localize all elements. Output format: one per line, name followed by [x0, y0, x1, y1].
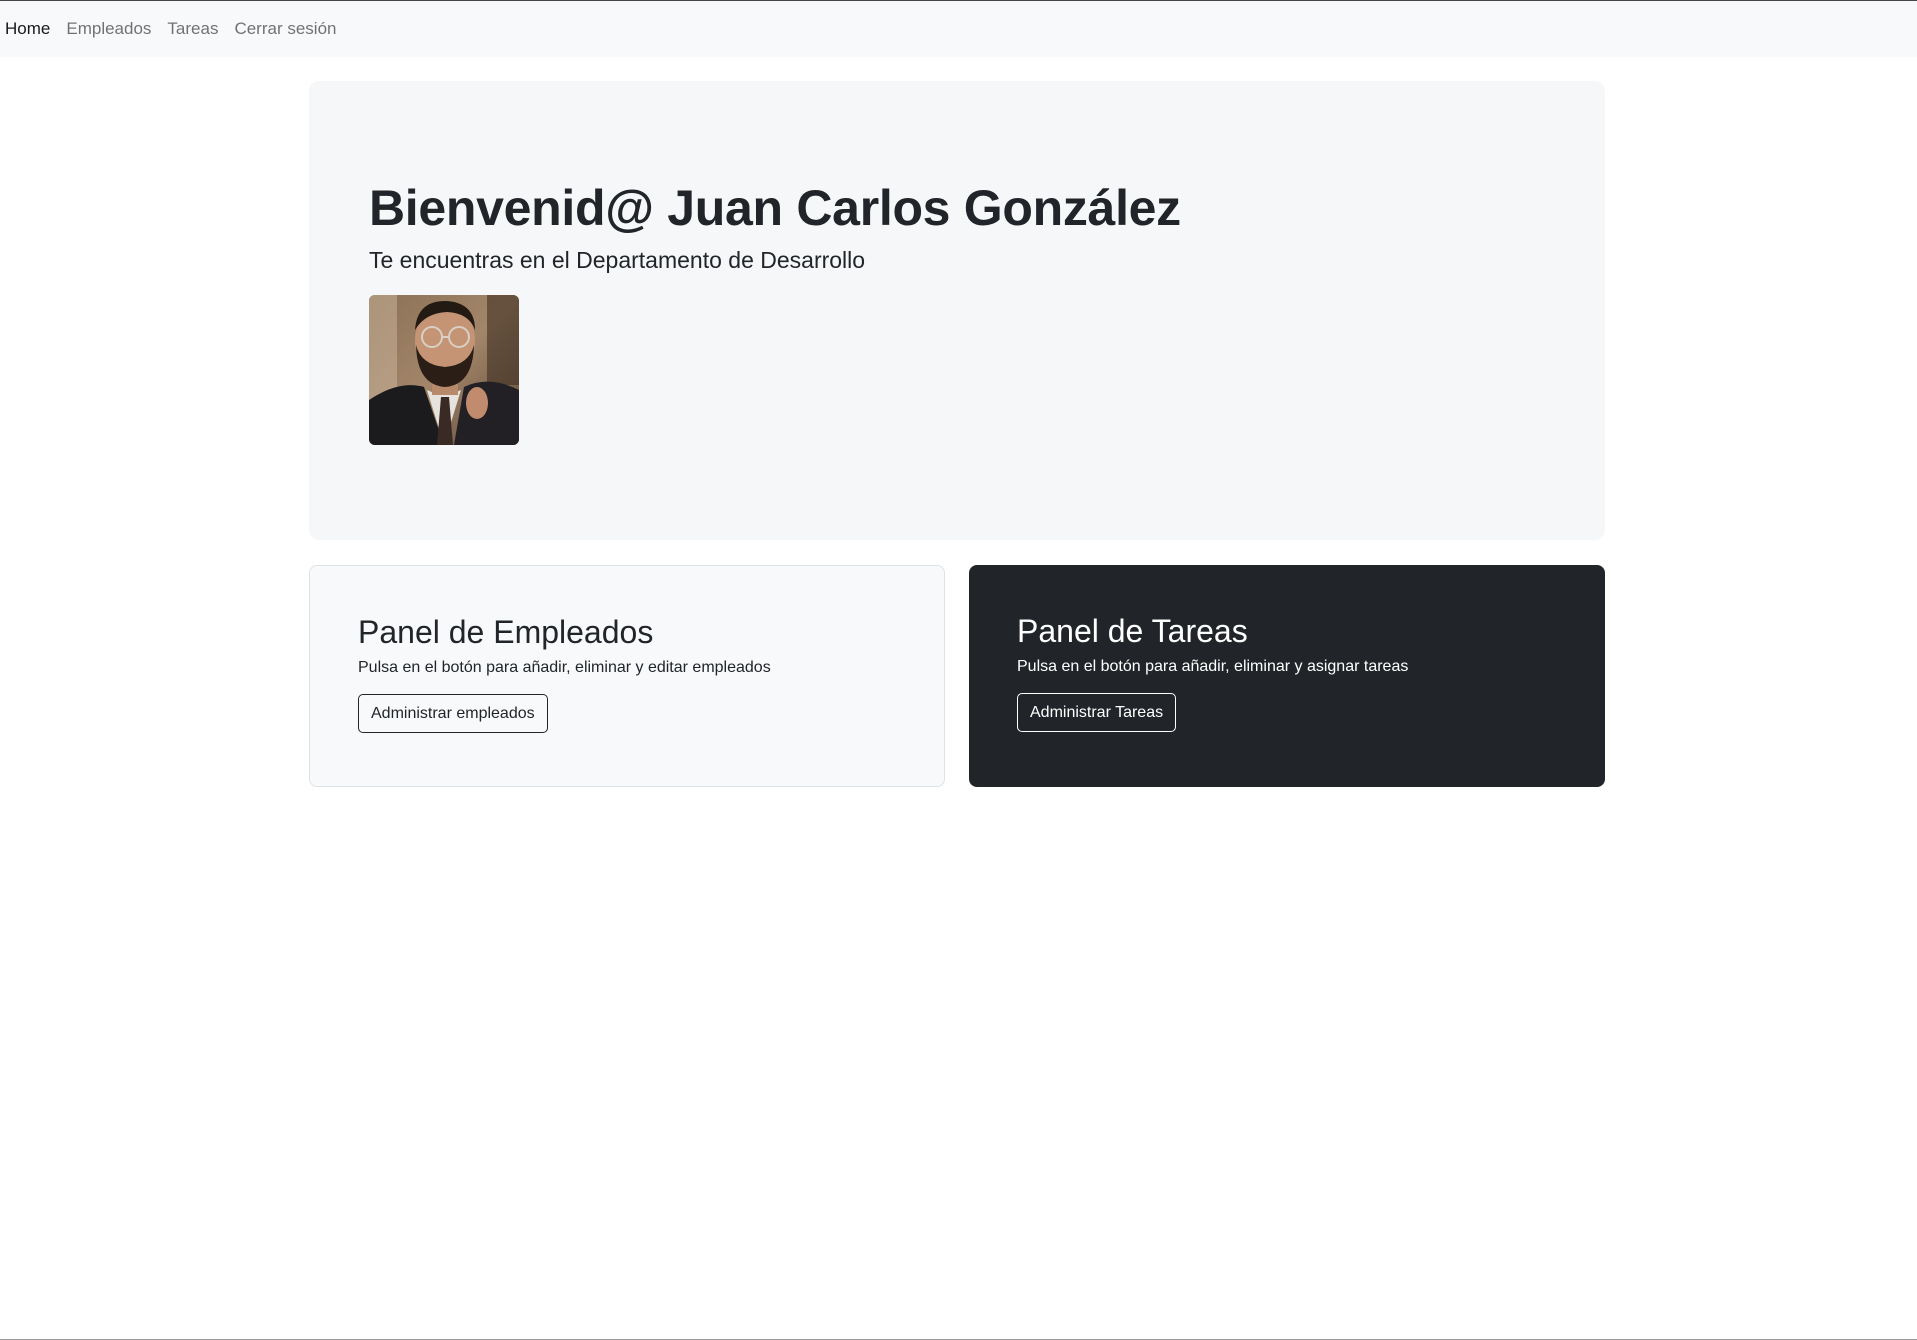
user-avatar	[369, 295, 519, 445]
nav-link-tareas[interactable]: Tareas	[167, 19, 218, 39]
tasks-panel: Panel de Tareas Pulsa en el botón para a…	[969, 565, 1605, 787]
nav-link-empleados[interactable]: Empleados	[66, 19, 151, 39]
tasks-panel-title: Panel de Tareas	[1017, 613, 1248, 649]
employees-panel-text: Pulsa en el botón para añadir, eliminar …	[358, 659, 771, 676]
employees-panel-title: Panel de Empleados	[358, 614, 654, 650]
nav-link-home[interactable]: Home	[5, 19, 50, 39]
welcome-title: Bienvenid@ Juan Carlos González	[369, 180, 1181, 236]
tasks-panel-text: Pulsa en el botón para añadir, eliminar …	[1017, 658, 1409, 675]
top-navbar: Home Empleados Tareas Cerrar sesión	[0, 1, 1917, 57]
welcome-jumbotron: Bienvenid@ Juan Carlos González Te encue…	[309, 81, 1605, 540]
employees-panel: Panel de Empleados Pulsa en el botón par…	[309, 565, 945, 787]
user-portrait-image	[369, 295, 519, 445]
nav-link-logout[interactable]: Cerrar sesión	[234, 19, 336, 39]
manage-employees-button[interactable]: Administrar empleados	[358, 694, 548, 733]
manage-tasks-button[interactable]: Administrar Tareas	[1017, 693, 1177, 732]
department-subtitle: Te encuentras en el Departamento de Desa…	[369, 247, 866, 273]
